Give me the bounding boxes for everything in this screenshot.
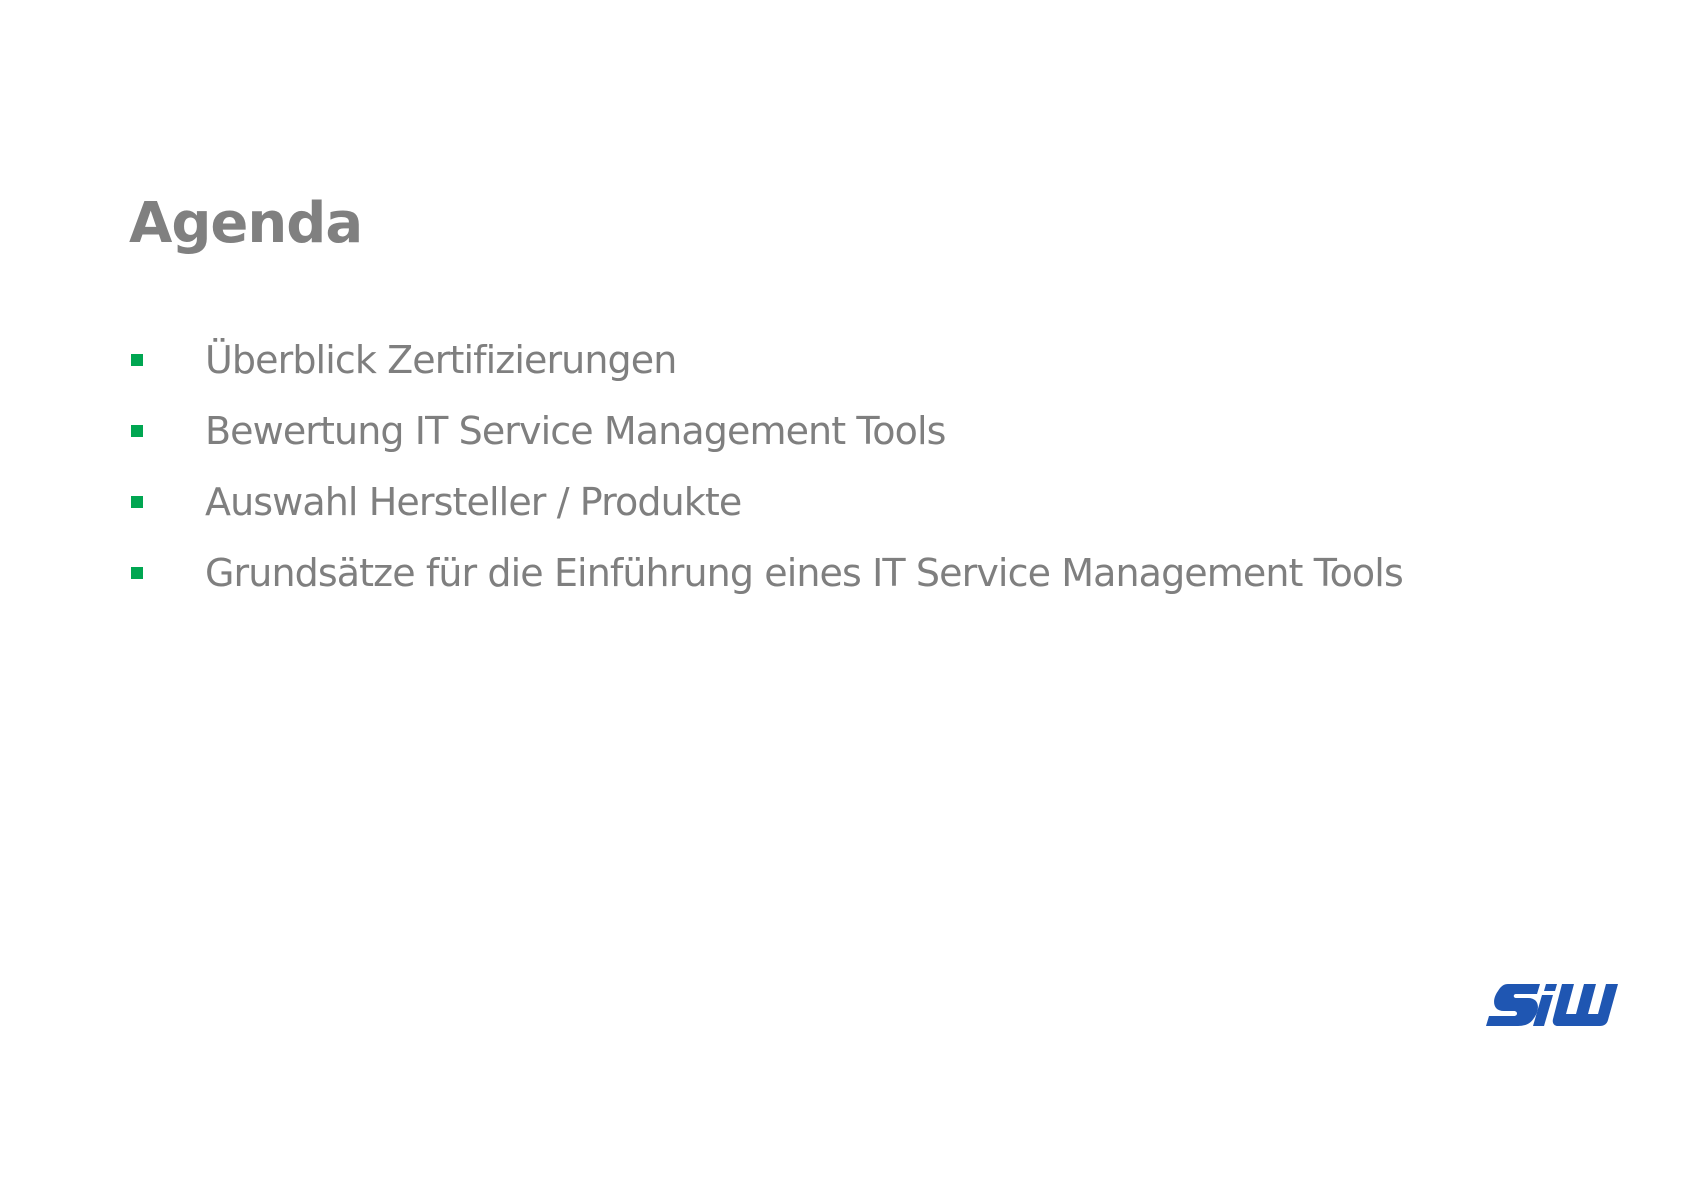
square-bullet-icon (131, 354, 143, 366)
list-item-label: Grundsätze für die Einführung eines IT S… (205, 551, 1404, 595)
agenda-list: Überblick Zertifizierungen Bewertung IT … (131, 334, 1404, 618)
square-bullet-icon (131, 567, 143, 579)
square-bullet-icon (131, 496, 143, 508)
list-item: Auswahl Hersteller / Produkte (131, 476, 1403, 547)
page-title: Agenda (129, 191, 363, 256)
list-item: Grundsätze für die Einführung eines IT S… (131, 547, 1404, 618)
slide: Agenda Überblick Zertifizierungen Bewert… (0, 0, 1683, 1190)
list-item-label: Auswahl Hersteller / Produkte (205, 480, 742, 524)
list-item: Bewertung IT Service Management Tools (131, 405, 1403, 476)
list-item: Überblick Zertifizierungen (131, 334, 1403, 405)
square-bullet-icon (131, 425, 143, 437)
list-item-label: Bewertung IT Service Management Tools (205, 409, 946, 453)
list-item-label: Überblick Zertifizierungen (205, 338, 677, 382)
siw-logo-icon (1486, 984, 1618, 1026)
